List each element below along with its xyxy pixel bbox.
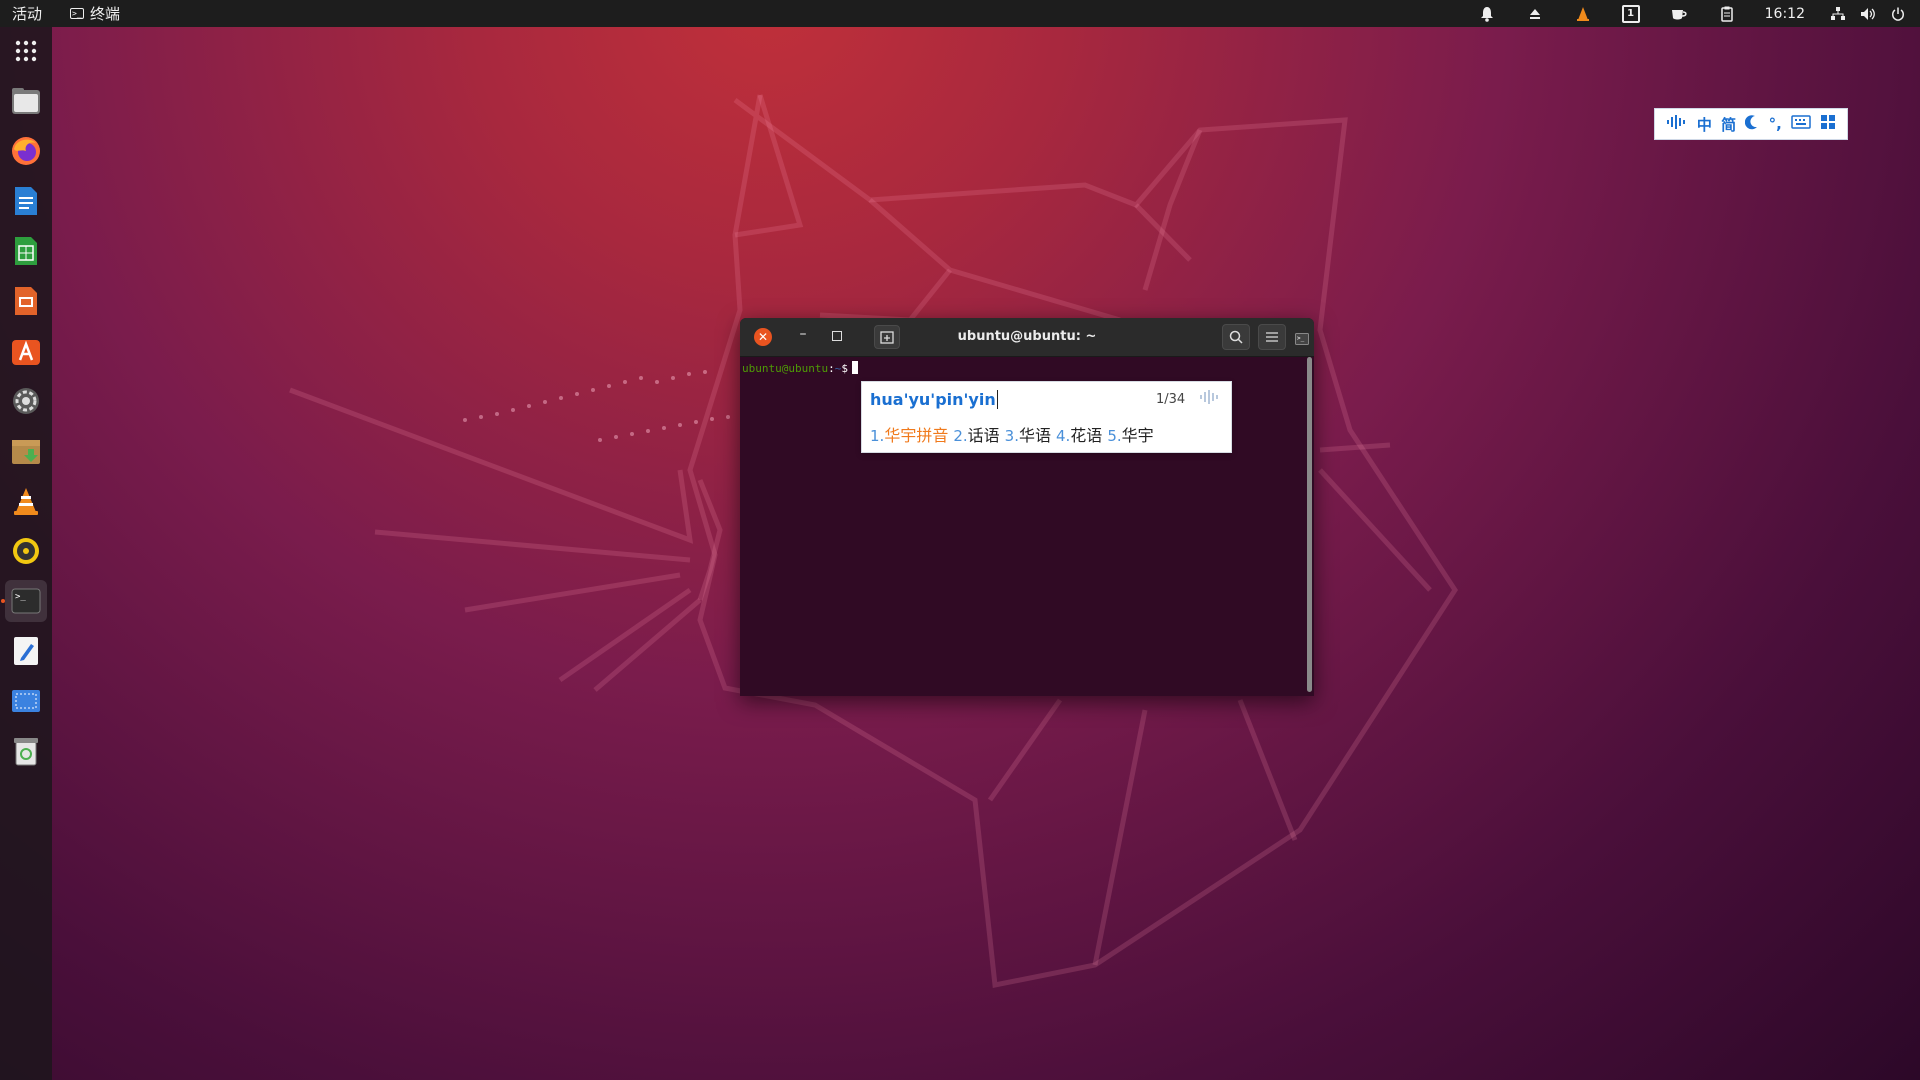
search-icon <box>1229 330 1243 344</box>
text-editor-icon[interactable] <box>5 630 47 672</box>
search-button[interactable] <box>1222 324 1250 350</box>
ime-charset-toggle[interactable]: 简 <box>1721 114 1736 135</box>
svg-text:>_: >_ <box>1297 335 1305 342</box>
terminal-profile-icon[interactable]: >_ <box>1295 330 1309 349</box>
terminal-header-bar[interactable]: ✕ – ubuntu@ubuntu: ~ >_ <box>740 318 1314 357</box>
candidate-item[interactable]: 3.华语 <box>1005 426 1051 445</box>
network-icon[interactable] <box>1828 4 1848 24</box>
prompt-user-host: ubuntu@ubuntu <box>742 362 829 375</box>
eject-icon[interactable] <box>1522 4 1548 24</box>
app-menu-label: 终端 <box>90 5 121 23</box>
candidate-item[interactable]: 5.华宇 <box>1107 426 1153 445</box>
screenshot-icon[interactable] <box>5 680 47 722</box>
hamburger-icon <box>1266 332 1278 342</box>
half-full-width-icon[interactable] <box>1745 114 1759 134</box>
calc-icon[interactable] <box>5 230 47 272</box>
skin-grid-icon[interactable] <box>1820 114 1836 134</box>
preedit-text: hua'yu'pin'yin <box>870 390 996 409</box>
show-apps-icon[interactable] <box>5 30 47 72</box>
preedit-text-wrapper: hua'yu'pin'yin <box>870 390 998 409</box>
text-cursor <box>851 361 858 374</box>
svg-text:>_: >_ <box>15 592 26 602</box>
archive-manager-icon[interactable] <box>5 430 47 472</box>
candidate-page-indicator: 1/34 <box>1156 392 1186 407</box>
clock[interactable]: 16:12 <box>1765 6 1805 22</box>
system-tray: 1 16:12 <box>1463 0 1920 27</box>
active-app-indicator <box>1 599 5 603</box>
ime-status-panel: 中 简 °, <box>1654 108 1848 140</box>
vlc-tray-icon[interactable] <box>1570 4 1596 24</box>
preedit-caret <box>996 390 998 409</box>
workspace-indicator[interactable]: 1 <box>1618 4 1644 24</box>
writer-icon[interactable] <box>5 180 47 222</box>
voice-input-icon[interactable] <box>1666 114 1688 134</box>
candidate-item[interactable]: 4.花语 <box>1056 426 1102 445</box>
candidate-item[interactable]: 2.话语 <box>953 426 999 445</box>
hamburger-menu-button[interactable] <box>1258 324 1286 350</box>
app-menu[interactable]: >_ 终端 <box>70 3 120 24</box>
tea-cup-icon[interactable] <box>1666 4 1692 24</box>
terminal-window: ✕ – ubuntu@ubuntu: ~ >_ ubuntu@ubuntu:~$ <box>740 318 1314 696</box>
ime-candidate-popup: hua'yu'pin'yin 1/34 1.华宇拼音 2.话语 3.华语 4.花语 5.… <box>861 381 1232 453</box>
prompt-colon: : <box>828 362 835 375</box>
vlc-icon[interactable] <box>5 480 47 522</box>
bell-icon[interactable] <box>1474 4 1500 24</box>
trash-icon[interactable] <box>5 730 47 772</box>
top-bar: 活动 >_ 终端 1 16:12 <box>0 0 1920 27</box>
files-icon[interactable] <box>5 80 47 122</box>
ime-mode-toggle[interactable]: 中 <box>1697 114 1712 135</box>
terminal-app-icon: >_ <box>70 8 85 19</box>
volume-icon[interactable] <box>1858 4 1878 24</box>
candidate-list: 1.华宇拼音 2.话语 3.华语 4.花语 5.华宇 <box>870 422 1159 446</box>
activities-button[interactable]: 活动 <box>12 3 42 24</box>
impress-icon[interactable] <box>5 280 47 322</box>
prompt-dollar: $ <box>841 362 848 375</box>
power-icon[interactable] <box>1888 4 1908 24</box>
ime-punct-toggle[interactable]: °, <box>1769 115 1782 133</box>
terminal-icon[interactable]: >_ <box>5 580 47 622</box>
candidate-item[interactable]: 1.华宇拼音 <box>870 426 948 445</box>
software-center-icon[interactable] <box>5 330 47 372</box>
scrollbar[interactable] <box>1307 357 1312 692</box>
keyboard-icon[interactable] <box>1791 115 1811 133</box>
rhythmbox-icon[interactable] <box>5 530 47 572</box>
voice-input-icon[interactable] <box>1199 389 1221 409</box>
shell-prompt: ubuntu@ubuntu:~$ <box>742 361 858 375</box>
settings-icon[interactable] <box>5 380 47 422</box>
dock: >_ <box>0 27 52 1080</box>
firefox-icon[interactable] <box>5 130 47 172</box>
clipboard-icon[interactable] <box>1714 4 1740 24</box>
